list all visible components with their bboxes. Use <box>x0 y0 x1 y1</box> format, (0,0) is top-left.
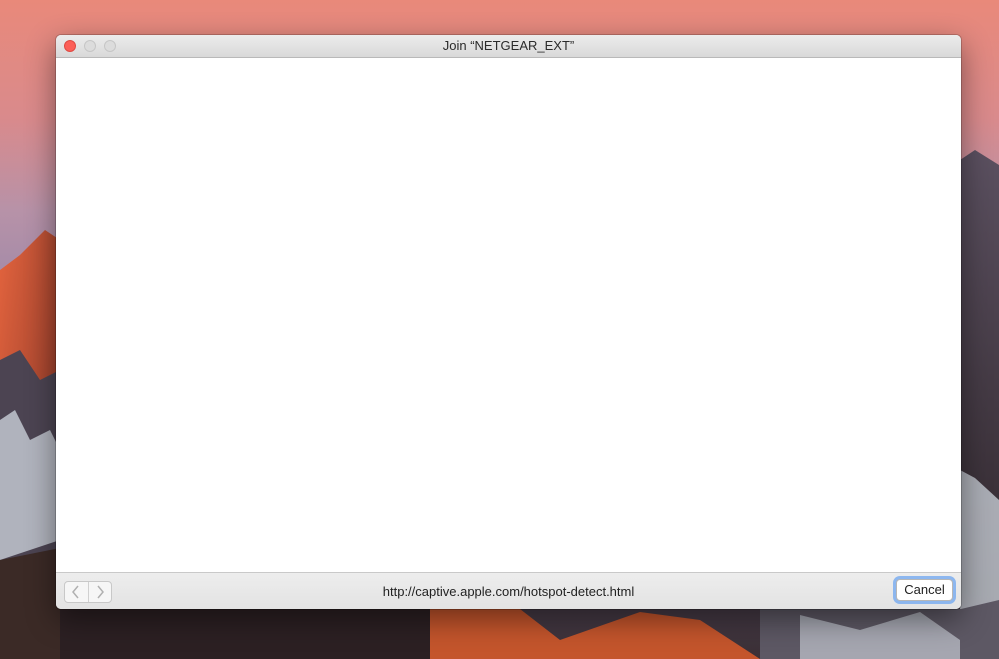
captive-portal-window: Join “NETGEAR_EXT” http://captive.apple.… <box>56 35 961 609</box>
cancel-button[interactable]: Cancel <box>896 579 953 601</box>
title-bar[interactable]: Join “NETGEAR_EXT” <box>56 35 961 58</box>
window-title: Join “NETGEAR_EXT” <box>442 38 575 53</box>
bottom-toolbar: http://captive.apple.com/hotspot-detect.… <box>56 572 961 609</box>
page-url: http://captive.apple.com/hotspot-detect.… <box>382 584 635 599</box>
web-content-area[interactable] <box>56 58 961 572</box>
